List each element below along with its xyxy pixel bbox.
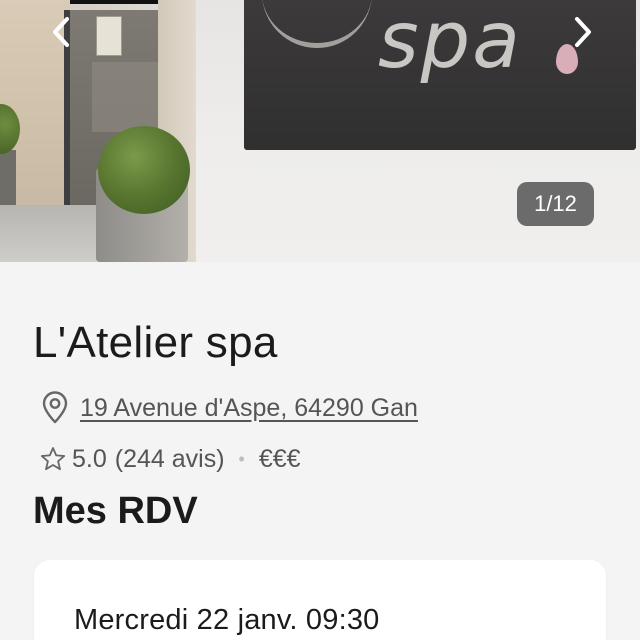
gallery-prev-button[interactable] <box>46 14 76 50</box>
salon-address-link[interactable]: 19 Avenue d'Aspe, 64290 Gan <box>80 394 418 423</box>
separator-dot: • <box>238 448 245 469</box>
chevron-right-icon <box>575 17 591 47</box>
appointments-section-title: Mes RDV <box>33 490 198 532</box>
rating-value: 5.0 <box>72 444 107 473</box>
address-row[interactable]: 19 Avenue d'Aspe, 64290 Gan <box>40 388 418 428</box>
rating-row: 5.0 (244 avis) • €€€ <box>40 440 301 478</box>
chevron-left-icon <box>53 17 69 47</box>
appointment-date: Mercredi 22 janv. 09:30 <box>74 604 380 636</box>
photo-gallery[interactable]: spa 1/12 <box>0 0 640 262</box>
photo-door-notice <box>96 16 122 56</box>
photo-boxwood-bush <box>98 126 190 214</box>
appointment-card[interactable]: Mercredi 22 janv. 09:30 <box>34 560 606 640</box>
star-outline-icon <box>40 447 66 471</box>
sign-text: spa <box>378 0 522 86</box>
gallery-counter: 1/12 <box>517 182 594 226</box>
price-level: €€€ <box>258 444 301 473</box>
salon-name: L'Atelier spa <box>33 318 278 367</box>
location-pin-icon <box>42 391 68 424</box>
gallery-next-button[interactable] <box>568 14 598 50</box>
photo-door-panel <box>92 62 162 132</box>
review-count[interactable]: (244 avis) <box>115 445 225 474</box>
